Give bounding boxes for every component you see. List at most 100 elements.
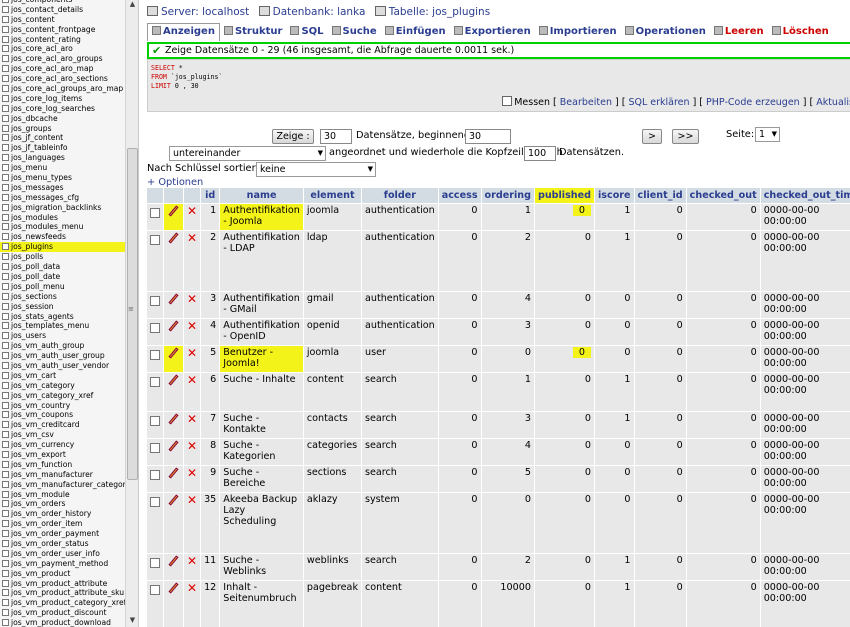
rows-input[interactable]: 30 — [320, 129, 352, 144]
table-icon[interactable] — [2, 421, 9, 429]
sidebar-table-label[interactable]: jos_vm_order_status — [11, 539, 89, 548]
edit-sql-link[interactable]: Bearbeiten — [560, 97, 612, 108]
column-header-id[interactable]: id — [201, 188, 220, 203]
sidebar-table-item[interactable]: jos_vm_coupons — [0, 410, 125, 420]
sidebar-table-item[interactable]: jos_vm_order_status — [0, 539, 125, 549]
table-icon[interactable] — [2, 223, 9, 231]
sidebar-table-item[interactable]: jos_vm_category — [0, 381, 125, 391]
sidebar-table-label[interactable]: jos_vm_category_xref — [11, 391, 93, 400]
sidebar-table-item[interactable]: jos_vm_currency — [0, 440, 125, 450]
row-checkbox[interactable] — [150, 296, 160, 306]
sidebar-table-item[interactable]: jos_modules_menu — [0, 222, 125, 232]
sidebar-table-label[interactable]: jos_vm_order_history — [11, 509, 91, 518]
sidebar-table-item[interactable]: jos_vm_order_user_info — [0, 549, 125, 559]
sidebar-table-item[interactable]: jos_core_log_items — [0, 94, 125, 104]
sort-select[interactable]: keine ▼ — [256, 162, 376, 177]
delete-x-icon[interactable]: ✕ — [187, 373, 197, 387]
table-icon[interactable] — [2, 342, 9, 350]
sidebar-table-item[interactable]: jos_session — [0, 302, 125, 312]
sidebar-table-label[interactable]: jos_vm_category — [11, 381, 75, 390]
sidebar-table-item[interactable]: jos_templates_menu — [0, 321, 125, 331]
sidebar-table-item[interactable]: jos_users — [0, 331, 125, 341]
delete-x-icon[interactable]: ✕ — [187, 554, 197, 568]
table-icon[interactable] — [2, 15, 9, 23]
tab-struktur[interactable]: Struktur — [220, 24, 287, 42]
table-icon[interactable] — [2, 361, 9, 369]
sidebar-table-label[interactable]: jos_components — [11, 0, 72, 4]
table-icon[interactable] — [2, 45, 9, 53]
sidebar-table-label[interactable]: jos_poll_menu — [11, 282, 65, 291]
sidebar-table-item[interactable]: jos_vm_order_payment — [0, 529, 125, 539]
sidebar-table-label[interactable]: jos_vm_module — [11, 490, 70, 499]
repeat-input[interactable]: 100 — [524, 146, 556, 161]
sidebar-table-label[interactable]: jos_content_frontpage — [11, 25, 95, 34]
sidebar-table-item[interactable]: jos_vm_export — [0, 450, 125, 460]
table-icon[interactable] — [2, 164, 9, 172]
sidebar-table-item[interactable]: jos_polls — [0, 252, 125, 262]
sidebar-table-item[interactable]: jos_modules — [0, 213, 125, 223]
sidebar-table-label[interactable]: jos_messages — [11, 183, 64, 192]
table-icon[interactable] — [2, 490, 9, 498]
sidebar-table-label[interactable]: jos_vm_order_item — [11, 519, 82, 528]
table-icon[interactable] — [2, 282, 9, 290]
scrollbar-thumb[interactable] — [127, 148, 138, 480]
sidebar-table-item[interactable]: jos_vm_payment_method — [0, 559, 125, 569]
table-icon[interactable] — [2, 213, 9, 221]
sidebar-table-label[interactable]: jos_sections — [11, 292, 57, 301]
pencil-icon[interactable] — [167, 320, 180, 333]
pencil-icon[interactable] — [167, 347, 180, 360]
sidebar-table-item[interactable]: jos_vm_product_discount — [0, 608, 125, 618]
table-icon[interactable] — [2, 539, 9, 547]
table-icon[interactable] — [2, 559, 9, 567]
column-header-client-id[interactable]: client_id — [634, 188, 686, 203]
sidebar-table-item[interactable]: jos_vm_manufacturer — [0, 470, 125, 480]
sidebar-table-item[interactable]: jos_vm_category_xref — [0, 391, 125, 401]
sidebar-table-label[interactable]: jos_vm_order_user_info — [11, 549, 100, 558]
sidebar-table-item[interactable]: jos_vm_function — [0, 460, 125, 470]
table-icon[interactable] — [2, 104, 9, 112]
row-checkbox[interactable] — [150, 323, 160, 333]
table-icon[interactable] — [2, 352, 9, 360]
delete-x-icon[interactable]: ✕ — [187, 319, 197, 333]
sidebar-table-item[interactable]: jos_vm_product_category_xref — [0, 598, 125, 608]
show-button[interactable]: Zeige : — [272, 129, 314, 144]
table-icon[interactable] — [2, 401, 9, 409]
sidebar-table-item[interactable]: jos_core_acl_aro_sections — [0, 74, 125, 84]
sidebar-table-label[interactable]: jos_plugins — [11, 242, 53, 251]
sidebar-table-item[interactable]: jos_vm_csv — [0, 430, 125, 440]
sidebar-table-label[interactable]: jos_groups — [11, 124, 52, 133]
sidebar-table-item[interactable]: jos_stats_agents — [0, 312, 125, 322]
table-icon[interactable] — [2, 35, 9, 43]
sidebar-table-label[interactable]: jos_vm_function — [11, 460, 72, 469]
column-header-checked-out-time[interactable]: checked_out_time — [760, 188, 850, 203]
row-checkbox[interactable] — [150, 558, 160, 568]
delete-x-icon[interactable]: ✕ — [187, 346, 197, 360]
delete-x-icon[interactable]: ✕ — [187, 466, 197, 480]
sidebar-table-label[interactable]: jos_dbcache — [11, 114, 58, 123]
sidebar-table-item[interactable]: jos_core_acl_groups_aro_map — [0, 84, 125, 94]
page-select[interactable]: 1 ▼ — [755, 127, 780, 142]
sidebar-table-item[interactable]: jos_vm_creditcard — [0, 420, 125, 430]
delete-x-icon[interactable]: ✕ — [187, 493, 197, 507]
breadcrumb-table[interactable]: Tabelle: jos_plugins — [389, 6, 490, 18]
sidebar-table-label[interactable]: jos_content_rating — [11, 35, 81, 44]
sidebar-table-item[interactable]: jos_jf_tableinfo — [0, 143, 125, 153]
sidebar-table-label[interactable]: jos_vm_product_discount — [11, 608, 107, 617]
sidebar-table-item[interactable]: jos_menu — [0, 163, 125, 173]
table-icon[interactable] — [2, 332, 9, 340]
sidebar-table-label[interactable]: jos_migration_backlinks — [11, 203, 101, 212]
table-icon[interactable] — [2, 530, 9, 538]
sidebar-table-label[interactable]: jos_polls — [11, 252, 43, 261]
sidebar-table-label[interactable]: jos_poll_date — [11, 272, 60, 281]
table-icon[interactable] — [2, 391, 9, 399]
sidebar-table-label[interactable]: jos_contact_details — [11, 5, 83, 14]
table-icon[interactable] — [2, 94, 9, 102]
sidebar-table-item[interactable]: jos_vm_module — [0, 490, 125, 500]
sidebar-table-label[interactable]: jos_vm_manufacturer_category — [11, 480, 125, 489]
sidebar-table-label[interactable]: jos_core_acl_aro_sections — [11, 74, 108, 83]
sidebar-table-item[interactable]: jos_groups — [0, 124, 125, 134]
pencil-icon[interactable] — [167, 374, 180, 387]
table-icon[interactable] — [2, 431, 9, 439]
table-icon[interactable] — [2, 411, 9, 419]
tab-suche[interactable]: Suche — [328, 24, 381, 42]
